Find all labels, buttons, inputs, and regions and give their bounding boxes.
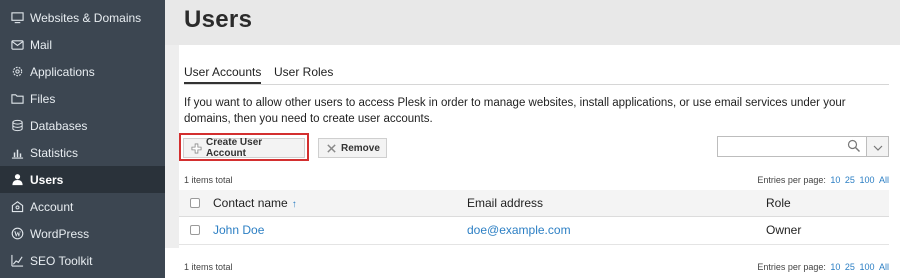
sidebar-item-label: WordPress [30, 226, 90, 241]
items-total-bottom: 1 items total [184, 262, 233, 272]
entries-per-page-bottom: Entries per page: 10 25 100 All [757, 262, 889, 272]
table-header: Contact name ↑ Email address Role [179, 190, 889, 217]
contact-name-link[interactable]: John Doe [213, 223, 264, 237]
tab-user-roles[interactable]: User Roles [274, 65, 333, 79]
create-user-account-button[interactable]: Create User Account [183, 137, 305, 159]
tab-user-accounts[interactable]: User Accounts [184, 65, 262, 84]
sidebar-item-mail[interactable]: Mail [0, 31, 165, 58]
sidebar-item-label: Mail [30, 37, 53, 52]
sidebar-item-files[interactable]: Files [0, 85, 165, 112]
entries-option-10[interactable]: 10 [830, 262, 840, 272]
tab-bar: User Accounts User Roles [184, 62, 889, 85]
search-input[interactable] [717, 136, 867, 157]
account-icon [10, 200, 24, 214]
entries-option-10[interactable]: 10 [830, 175, 840, 185]
sidebar-item-label: Account [30, 199, 74, 214]
entries-label: Entries per page: [757, 262, 826, 272]
sidebar-item-wordpress[interactable]: W WordPress [0, 220, 165, 247]
column-header-contact-name[interactable]: Contact name ↑ [213, 196, 297, 210]
wordpress-icon: W [10, 227, 24, 241]
sidebar-item-label: Statistics [30, 145, 79, 160]
remove-label: Remove [341, 142, 380, 154]
remove-button[interactable]: Remove [318, 138, 387, 158]
entries-option-25[interactable]: 25 [845, 175, 855, 185]
chevron-down-icon [873, 138, 883, 156]
remove-x-icon [326, 143, 337, 154]
search-options-dropdown[interactable] [867, 136, 889, 157]
select-all-checkbox[interactable] [190, 198, 200, 208]
user-icon [10, 173, 24, 187]
sidebar-item-account[interactable]: Account [0, 193, 165, 220]
entries-option-100[interactable]: 100 [859, 175, 874, 185]
sidebar-item-statistics[interactable]: Statistics [0, 139, 165, 166]
table-row: John Doe doe@example.com Owner [179, 217, 889, 245]
sidebar-item-label: Websites & Domains [30, 10, 142, 25]
gutter-notch [165, 248, 179, 278]
database-icon [10, 119, 24, 133]
sidebar-item-label: Applications [30, 64, 95, 79]
entries-option-100[interactable]: 100 [859, 262, 874, 272]
svg-text:W: W [14, 230, 21, 238]
sidebar-item-label: Users [30, 172, 64, 187]
entries-label: Entries per page: [757, 175, 826, 185]
page-description: If you want to allow other users to acce… [184, 97, 846, 125]
sidebar-item-applications[interactable]: Applications [0, 58, 165, 85]
entries-per-page: Entries per page: 10 25 100 All [757, 175, 889, 185]
envelope-icon [10, 38, 24, 52]
items-total: 1 items total [184, 175, 233, 185]
seo-chart-icon [10, 254, 24, 268]
sidebar-item-label: Files [30, 91, 56, 106]
entries-option-all[interactable]: All [879, 262, 889, 272]
row-checkbox[interactable] [190, 225, 200, 235]
column-label: Contact name [213, 196, 288, 210]
monitor-icon [10, 11, 24, 25]
sidebar-item-label: Databases [30, 118, 88, 133]
email-link[interactable]: doe@example.com [467, 223, 571, 237]
sidebar-item-seo-toolkit[interactable]: SEO Toolkit [0, 247, 165, 274]
page-header [165, 0, 900, 45]
sort-ascending-icon: ↑ [291, 199, 297, 210]
column-header-role[interactable]: Role [766, 196, 791, 210]
folder-icon [10, 92, 24, 106]
sidebar-item-databases[interactable]: Databases [0, 112, 165, 139]
entries-option-all[interactable]: All [879, 175, 889, 185]
bar-chart-icon [10, 146, 24, 160]
gear-icon [10, 65, 24, 79]
sidebar-item-websites-domains[interactable]: Websites & Domains [0, 4, 165, 31]
entries-option-25[interactable]: 25 [845, 262, 855, 272]
sidebar: Websites & Domains Mail Applications Fil… [0, 0, 165, 278]
create-user-account-label: Create User Account [206, 137, 263, 159]
sidebar-item-users[interactable]: Users [0, 166, 165, 193]
sidebar-item-label: SEO Toolkit [30, 253, 93, 268]
column-header-email[interactable]: Email address [467, 196, 543, 210]
page-title: Users [184, 6, 253, 33]
role-value: Owner [766, 223, 802, 237]
search-icon[interactable] [847, 139, 861, 153]
plus-icon [191, 143, 202, 154]
